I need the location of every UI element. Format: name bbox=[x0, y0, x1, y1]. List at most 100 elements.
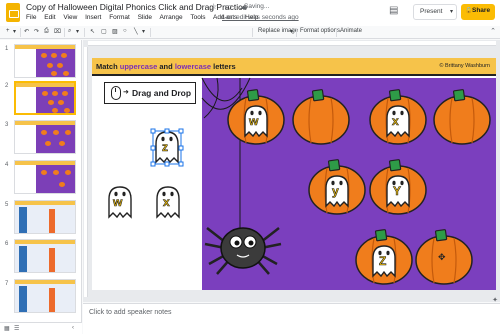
menu-slide[interactable]: Slide bbox=[138, 14, 152, 21]
thumb-header bbox=[15, 201, 75, 205]
image-icon[interactable]: ▨ bbox=[112, 28, 118, 35]
new-slide-icon[interactable]: + bbox=[6, 28, 10, 34]
slide-thumbnail-7[interactable] bbox=[14, 279, 76, 313]
pumpkin-icon bbox=[62, 91, 68, 96]
thumb-panel bbox=[15, 165, 36, 193]
share-button[interactable]: 🔒 Share bbox=[461, 4, 495, 20]
move-cursor-icon: ✥ bbox=[438, 252, 446, 262]
resize-handle[interactable] bbox=[178, 161, 184, 167]
slide-number: 6 bbox=[5, 241, 9, 247]
resize-handle[interactable] bbox=[164, 128, 170, 134]
top-header: Copy of Halloween Digital Phonics Click … bbox=[0, 0, 500, 26]
slides-logo-icon[interactable] bbox=[6, 3, 20, 22]
print-icon[interactable]: ⎙ bbox=[44, 28, 49, 35]
last-edit-link[interactable]: Last edit was seconds ago bbox=[222, 14, 299, 21]
ghost-letter: x bbox=[392, 114, 399, 129]
chevron-down-icon[interactable]: ▾ bbox=[450, 8, 453, 15]
pumpkin-icon bbox=[63, 71, 69, 76]
slide-artwork bbox=[108, 77, 491, 285]
thumb-column bbox=[49, 288, 55, 312]
resize-handle[interactable] bbox=[150, 161, 156, 167]
menu-edit[interactable]: Edit bbox=[44, 14, 55, 21]
pumpkin-icon bbox=[42, 91, 48, 96]
animate-button[interactable]: Animate bbox=[340, 28, 362, 34]
pumpkin-icon bbox=[45, 141, 51, 146]
grid-view-icon[interactable]: ▦ bbox=[4, 325, 10, 332]
redo-icon[interactable]: ↷ bbox=[34, 28, 39, 35]
divider bbox=[296, 28, 297, 37]
google-slides-app: Copy of Halloween Digital Phonics Click … bbox=[0, 0, 500, 334]
thumb-column bbox=[19, 286, 27, 312]
slide-canvas[interactable]: Match uppercase and lowercase letters © … bbox=[92, 58, 496, 290]
pumpkin-icon bbox=[51, 71, 57, 76]
menu-tools[interactable]: Tools bbox=[190, 14, 205, 21]
slide-thumbnail-1[interactable] bbox=[14, 44, 76, 78]
slide-number: 1 bbox=[5, 46, 9, 52]
zoom-icon[interactable]: ⌕ bbox=[68, 28, 71, 35]
menu-file[interactable]: File bbox=[26, 14, 36, 21]
thumb-column bbox=[49, 248, 55, 272]
menu-view[interactable]: View bbox=[63, 14, 77, 21]
spider-graphic bbox=[204, 227, 282, 275]
lock-icon: 🔒 bbox=[465, 8, 473, 14]
slide-thumbnail-4[interactable] bbox=[14, 160, 76, 194]
slide-number: 2 bbox=[5, 83, 9, 89]
pumpkin-icon bbox=[292, 88, 350, 145]
collapse-toolbar-icon[interactable]: ⌃ bbox=[490, 27, 496, 35]
resize-handle[interactable] bbox=[150, 145, 156, 151]
zoom-chevron-icon[interactable]: ▾ bbox=[76, 28, 79, 35]
undo-icon[interactable]: ↶ bbox=[24, 28, 29, 35]
pumpkin-icon bbox=[51, 53, 57, 58]
thumb-column bbox=[19, 246, 27, 272]
replace-image-chevron-icon[interactable]: ▾ bbox=[290, 28, 293, 35]
menu-format[interactable]: Format bbox=[109, 14, 130, 21]
menu-arrange[interactable]: Arrange bbox=[160, 14, 183, 21]
slide-number: 3 bbox=[5, 122, 9, 128]
ghost-letter: w bbox=[249, 114, 259, 129]
present-label: Present bbox=[420, 8, 443, 15]
format-options-button[interactable]: Format options bbox=[300, 28, 340, 34]
paint-format-icon[interactable]: ⌧ bbox=[54, 28, 61, 35]
line-icon[interactable]: ╲ bbox=[134, 28, 138, 35]
select-icon[interactable]: ↖ bbox=[90, 28, 95, 35]
star-icon[interactable]: ☆ bbox=[210, 2, 217, 11]
resize-handle[interactable] bbox=[178, 145, 184, 151]
textbox-icon[interactable]: ▢ bbox=[101, 28, 107, 35]
pumpkin-icon bbox=[65, 130, 71, 135]
toolbar: + ▾ ↶ ↷ ⎙ ⌧ ⌕ ▾ ↖ ▢ ▨ ○ ╲ ▾ Replace imag… bbox=[0, 26, 500, 39]
ghost-letter: w bbox=[113, 195, 123, 210]
pumpkin-icon bbox=[59, 182, 65, 187]
slide-thumbnail-2[interactable] bbox=[14, 81, 76, 115]
ghost-letter: Z bbox=[379, 254, 387, 269]
speaker-notes-panel[interactable]: Click to add speaker notes bbox=[83, 303, 500, 334]
resize-handle[interactable] bbox=[150, 128, 156, 134]
collapse-panel-icon[interactable]: ‹ bbox=[72, 325, 74, 331]
folder-icon[interactable]: ▭ bbox=[224, 2, 232, 11]
present-button[interactable]: Present ▾ bbox=[413, 4, 457, 20]
new-slide-layout-chevron-icon[interactable]: ▾ bbox=[13, 28, 16, 35]
menu-insert[interactable]: Insert bbox=[85, 14, 101, 21]
vertical-ruler bbox=[84, 47, 88, 297]
speaker-notes-placeholder: Click to add speaker notes bbox=[89, 309, 172, 316]
line-chevron-icon[interactable]: ▾ bbox=[142, 28, 145, 35]
pumpkin-icon bbox=[41, 170, 47, 175]
slide-thumbnail-3[interactable] bbox=[14, 120, 76, 154]
pumpkin-icon bbox=[65, 170, 71, 175]
list-view-icon[interactable]: ☰ bbox=[14, 325, 19, 332]
slide-number: 7 bbox=[5, 281, 9, 287]
thumb-header bbox=[15, 280, 75, 284]
resize-handle[interactable] bbox=[164, 161, 170, 167]
slide-thumbnail-6[interactable] bbox=[14, 239, 76, 273]
pumpkin-icon bbox=[58, 100, 64, 105]
thumb-panel bbox=[16, 87, 37, 113]
saving-status: Saving... bbox=[244, 3, 270, 10]
horizontal-ruler bbox=[88, 41, 496, 46]
resize-handle[interactable] bbox=[178, 128, 184, 134]
shape-icon[interactable]: ○ bbox=[123, 28, 127, 34]
divider bbox=[20, 28, 21, 37]
slide-thumbnail-5[interactable] bbox=[14, 200, 76, 234]
filmstrip-footer: ▦ ☰ ‹ bbox=[0, 322, 82, 334]
pumpkin-icon bbox=[59, 141, 65, 146]
pumpkin-icon bbox=[41, 53, 47, 58]
comment-history-icon[interactable]: ▤ bbox=[389, 5, 403, 17]
